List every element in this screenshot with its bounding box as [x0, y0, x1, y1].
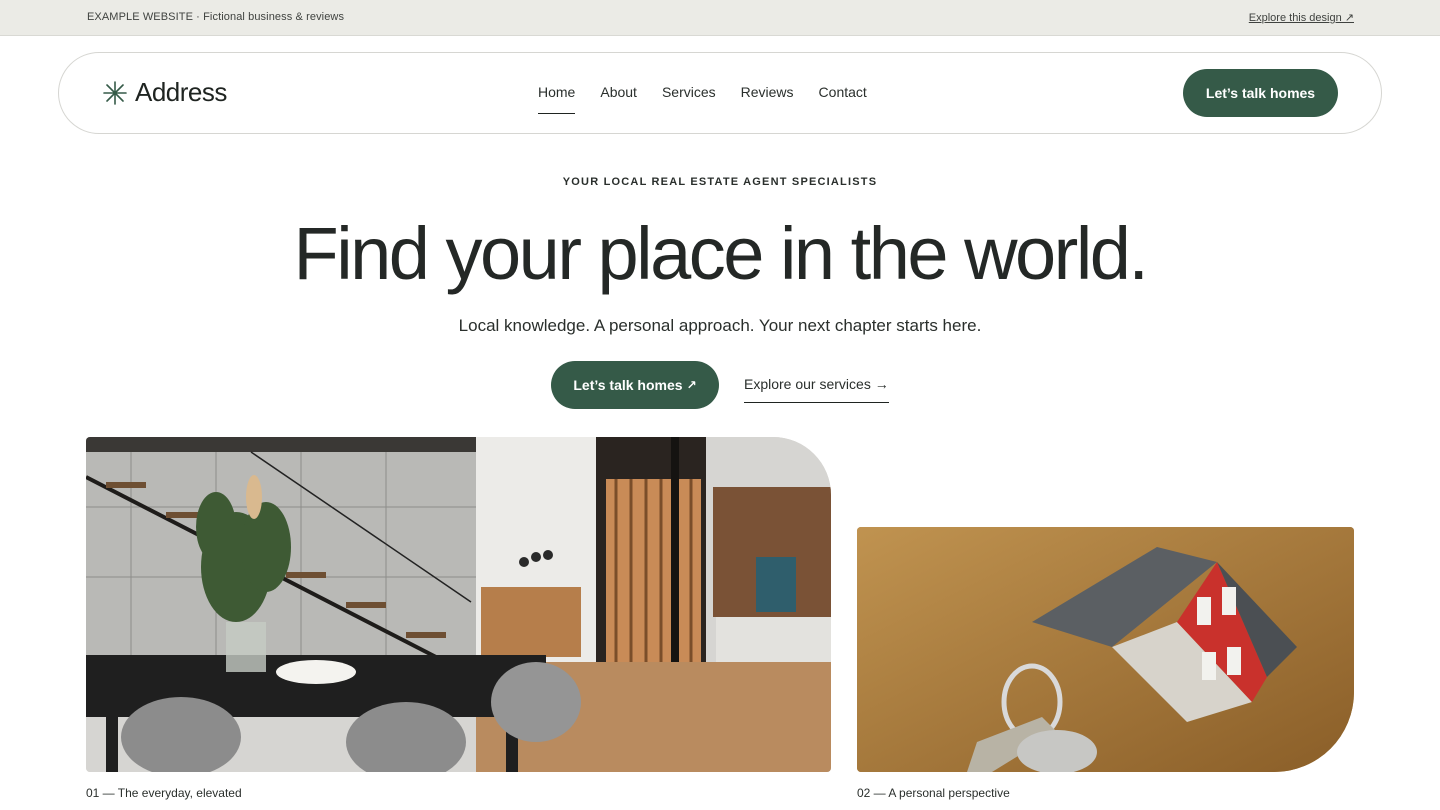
hero-eyebrow: YOUR LOCAL REAL ESTATE AGENT SPECIALISTS	[562, 176, 878, 188]
hero-cta-label: Let’s talk homes	[573, 377, 683, 393]
asterisk-star-icon	[103, 80, 127, 105]
explore-design-link[interactable]: Explore this design ↗	[1249, 11, 1354, 24]
primary-nav: Home About Services Reviews Contact	[538, 84, 892, 114]
arrow-up-right-icon: ↗	[686, 378, 697, 392]
gallery-caption-1: 01 — The everyday, elevated	[86, 786, 242, 800]
nav-reviews[interactable]: Reviews	[741, 84, 794, 114]
gallery-caption-2: 02 — A personal perspective	[857, 786, 1010, 800]
header-cta-button[interactable]: Let’s talk homes	[1183, 69, 1338, 117]
brand-name: Address	[135, 77, 227, 107]
announcement-text: EXAMPLE WEBSITE · Fictional business & r…	[87, 11, 345, 23]
explore-services-link[interactable]: Explore our services →	[744, 376, 889, 403]
nav-home[interactable]: Home	[538, 84, 576, 114]
nav-contact[interactable]: Contact	[819, 84, 867, 114]
hero-headline: Find your place in the world.	[293, 212, 1149, 295]
nav-about[interactable]: About	[600, 84, 637, 114]
main-navbar: Address Home About Services Reviews Cont…	[58, 52, 1382, 134]
gallery-image-house-keys	[857, 527, 1354, 772]
hero-cta-button[interactable]: Let’s talk homes ↗	[551, 361, 719, 409]
hero-subhead: Local knowledge. A personal approach. Yo…	[458, 316, 982, 335]
brand-logo[interactable]: Address	[103, 77, 227, 108]
nav-services[interactable]: Services	[662, 84, 716, 114]
gallery-image-interior	[86, 437, 831, 772]
announcement-bar: EXAMPLE WEBSITE · Fictional business & r…	[0, 0, 1440, 36]
